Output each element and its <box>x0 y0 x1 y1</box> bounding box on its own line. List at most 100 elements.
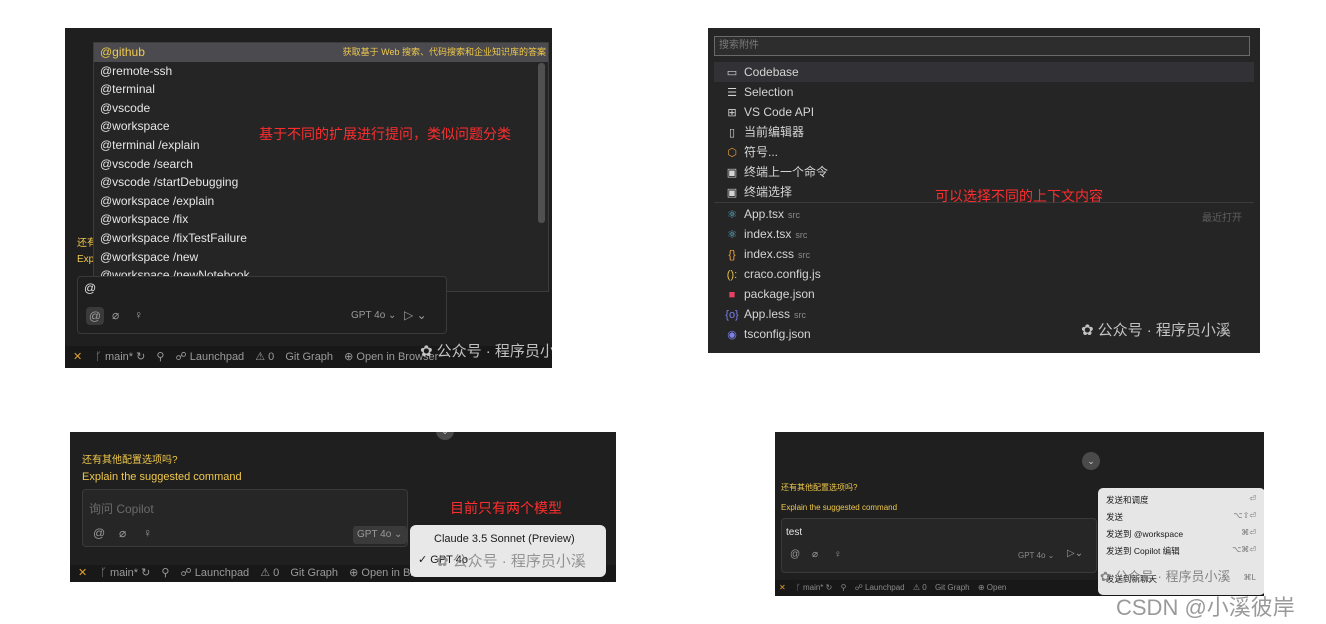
ports-item[interactable]: ⚠ 0 <box>913 583 927 592</box>
scrollbar[interactable] <box>538 63 545 223</box>
chat-input[interactable]: test @ ⌀ ♀ GPT 4o ⌄ ▷⌄ <box>781 518 1097 573</box>
remote-icon[interactable]: ✕ <box>78 567 87 579</box>
paperclip-icon[interactable]: ⌀ <box>119 526 126 540</box>
file-item[interactable]: ■ package.json <box>714 284 1254 304</box>
npm-icon: ■ <box>728 289 736 301</box>
model-picker[interactable]: GPT 4o ⌄ <box>1018 551 1054 560</box>
terminal-icon: ▣ <box>726 187 738 199</box>
ports-count: 0 <box>922 583 927 592</box>
context-item-symbols[interactable]: ⬡ 符号... <box>714 142 1254 162</box>
model-picker[interactable]: GPT 4o ⌄ <box>351 310 396 321</box>
at-icon[interactable]: @ <box>86 307 104 325</box>
context-label: 符号... <box>744 145 779 159</box>
participant-item[interactable]: @workspace /fixTestFailure <box>94 229 548 248</box>
git-graph-item[interactable]: Git Graph <box>935 583 970 592</box>
scroll-down-icon[interactable]: ⌄ <box>1082 452 1100 470</box>
participant-item[interactable]: @workspace /newNotebook <box>94 266 548 276</box>
participant-item[interactable]: @workspace /new <box>94 248 548 267</box>
annotation-note: 可以选择不同的上下文内容 <box>935 188 1103 204</box>
branch-item[interactable]: ᚴ main* ↻ <box>100 567 150 579</box>
launchpad-label: Launchpad <box>865 583 905 592</box>
context-item-codebase[interactable]: ▭ Codebase <box>714 62 1254 82</box>
input-value: @ <box>84 281 97 295</box>
send-option[interactable]: 发送和调度 ⏎ <box>1106 494 1256 506</box>
launchpad-item[interactable]: ☍ Launchpad <box>176 351 245 363</box>
open-browser-label: Open <box>986 583 1007 592</box>
file-item[interactable]: ⚛ App.tsx src <box>714 204 1254 224</box>
file-name: tsconfig.json <box>744 327 811 341</box>
followup-suggestion[interactable]: Explain the suggested command <box>781 503 897 512</box>
participant-item-github[interactable]: @github 获取基于 Web 搜索、代码搜索和企业知识库的答案 <box>94 43 548 62</box>
file-dir: src <box>798 250 811 260</box>
liveshare-icon[interactable]: ⚲ <box>841 583 847 592</box>
branch-item[interactable]: ᚴ main* ↻ <box>796 583 832 592</box>
remote-icon[interactable]: ✕ <box>73 351 82 363</box>
participant-menu: @github 获取基于 Web 搜索、代码搜索和企业知识库的答案 @remot… <box>93 42 549 292</box>
ports-item[interactable]: ⚠ 0 <box>255 351 274 363</box>
send-option[interactable]: 发送 ⌥⇧⏎ <box>1106 511 1256 523</box>
api-icon: ⊞ <box>727 107 737 119</box>
panel-model-picker: ⌄ 还有其他配置选项吗? Explain the suggested comma… <box>70 432 616 582</box>
model-picker[interactable]: GPT 4o ⌄ <box>353 526 407 544</box>
launchpad-label: Launchpad <box>189 351 245 363</box>
microphone-icon[interactable]: ♀ <box>834 549 842 560</box>
git-graph-item[interactable]: Git Graph <box>285 351 333 363</box>
file-name: package.json <box>744 287 815 301</box>
microphone-icon[interactable]: ♀ <box>143 526 152 540</box>
attachment-search-input[interactable]: 搜索附件 <box>714 36 1250 56</box>
branch-item[interactable]: ᚴ main* ↻ <box>95 351 145 363</box>
send-icon[interactable]: ▷ ⌄ <box>404 308 427 322</box>
ports-count: 0 <box>273 567 280 579</box>
paperclip-icon[interactable]: ⌀ <box>112 308 119 322</box>
launchpad-item[interactable]: ☍ Launchpad <box>181 567 250 579</box>
send-option-shortcut: ⌥⌘⏎ <box>1232 545 1256 554</box>
liveshare-icon[interactable]: ⚲ <box>161 567 169 579</box>
watermark: ✿公众号 · 程序员小溪 <box>1100 566 1230 585</box>
participant-item[interactable]: @vscode /search <box>94 155 548 174</box>
context-item-current-editor[interactable]: ▯ 当前编辑器 <box>714 122 1254 142</box>
chat-input[interactable]: @ @ ⌀ ♀ GPT 4o ⌄ ▷ ⌄ <box>77 276 447 334</box>
participant-item[interactable]: @workspace /fix <box>94 210 548 229</box>
send-option-shortcut: ⌘⏎ <box>1241 528 1256 537</box>
followup-question[interactable]: 还有其他配置选项吗? <box>781 482 857 493</box>
followup-suggestion[interactable]: Explain the suggested command <box>82 471 242 483</box>
at-icon[interactable]: @ <box>93 526 105 540</box>
participant-item[interactable]: @workspace /explain <box>94 192 548 211</box>
microphone-icon[interactable]: ♀ <box>134 308 143 322</box>
open-browser-item[interactable]: ⊕ Open <box>978 583 1007 592</box>
input-placeholder: 询问 Copilot <box>89 502 154 516</box>
participant-item[interactable]: @terminal <box>94 80 548 99</box>
file-item[interactable]: (): craco.config.js <box>714 264 1254 284</box>
participant-item[interactable]: @vscode <box>94 99 548 118</box>
participant-label: @github <box>100 45 145 59</box>
watermark: ✿公众号 · 程序员小溪 <box>420 340 552 361</box>
at-icon[interactable]: @ <box>790 549 800 560</box>
send-icon[interactable]: ▷⌄ <box>1067 548 1083 559</box>
context-item-terminal-last[interactable]: ▣ 终端上一个命令 <box>714 162 1254 182</box>
git-graph-item[interactable]: Git Graph <box>290 567 338 579</box>
model-option[interactable]: Claude 3.5 Sonnet (Preview) <box>434 533 575 545</box>
participant-item[interactable]: @vscode /startDebugging <box>94 173 548 192</box>
send-option-shortcut: ⏎ <box>1249 494 1256 503</box>
send-option[interactable]: 发送到 Copilot 编辑 ⌥⌘⏎ <box>1106 545 1256 557</box>
participant-item[interactable]: @remote-ssh <box>94 62 548 81</box>
annotation-note: 目前只有两个模型 <box>450 500 562 516</box>
ports-item[interactable]: ⚠ 0 <box>260 567 279 579</box>
react-icon: ⚛ <box>727 209 737 221</box>
launchpad-item[interactable]: ☍ Launchpad <box>855 583 905 592</box>
context-item-selection[interactable]: ☰ Selection <box>714 82 1254 102</box>
chat-input[interactable]: 询问 Copilot @ ⌀ ♀ GPT 4o ⌄ <box>82 489 408 547</box>
followup-question[interactable]: 还有其他配置选项吗? <box>82 451 178 466</box>
scroll-down-icon[interactable]: ⌄ <box>436 432 454 440</box>
folder-icon: ▭ <box>726 67 738 79</box>
liveshare-icon[interactable]: ⚲ <box>156 351 164 363</box>
csdn-watermark: CSDN @小溪彼岸 <box>1116 595 1295 620</box>
file-item[interactable]: ⚛ index.tsx src <box>714 224 1254 244</box>
context-label: 终端上一个命令 <box>744 165 829 179</box>
paperclip-icon[interactable]: ⌀ <box>812 549 818 560</box>
context-item-vscode-api[interactable]: ⊞ VS Code API <box>714 102 1254 122</box>
panel-send-options: ⌄ 还有其他配置选项吗? Explain the suggested comma… <box>775 432 1264 596</box>
send-option[interactable]: 发送到 @workspace ⌘⏎ <box>1106 528 1256 540</box>
file-item[interactable]: {} index.css src <box>714 244 1254 264</box>
remote-icon[interactable]: ✕ <box>779 583 786 592</box>
